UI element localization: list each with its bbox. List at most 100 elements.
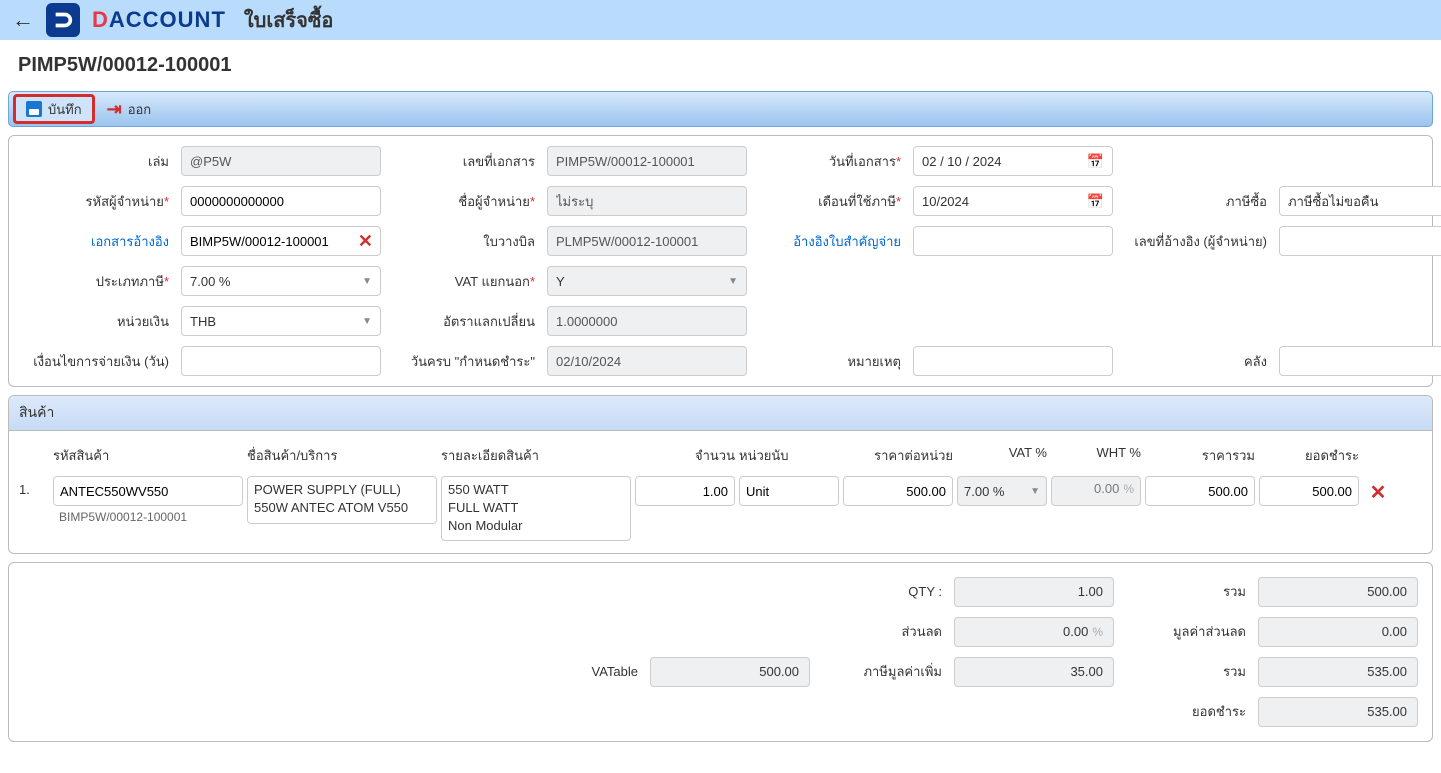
doc-date-label: วันที่เอกสาร* [755, 151, 905, 172]
vatable-value: 500.00 [650, 657, 810, 687]
net-value: 535.00 [1258, 697, 1418, 727]
items-section-title: สินค้า [9, 396, 1432, 431]
save-icon [26, 101, 42, 117]
grand-label: รวม [1126, 661, 1246, 682]
purchase-tax-label: ภาษีซื้อ [1121, 191, 1271, 212]
doc-title: PIMP5W/00012-100001 [0, 40, 1441, 91]
totals-card: QTY : 1.00 รวม 500.00 ส่วนลด 0.00% มูลค่… [8, 562, 1433, 742]
tax-month-label: เดือนที่ใช้ภาษี* [755, 191, 905, 212]
item-code-sub: BIMP5W/00012-100001 [53, 510, 243, 524]
chevron-down-icon: ▼ [1030, 486, 1040, 497]
ref-doc-label[interactable]: เอกสารอ้างอิง [23, 231, 173, 252]
grand-value: 535.00 [1258, 657, 1418, 687]
doc-no-input [547, 146, 747, 176]
tax-type-select[interactable]: 7.00 % ▼ [181, 266, 381, 296]
back-icon[interactable]: ← [12, 7, 34, 33]
doc-no-label: เลขที่เอกสาร [389, 151, 539, 172]
currency-select[interactable]: THB ▼ [181, 306, 381, 336]
discount-amt-label: มูลค่าส่วนลด [1126, 621, 1246, 642]
exrate-input [547, 306, 747, 336]
credit-label: เงื่อนไขการจ่ายเงิน (วัน) [23, 351, 173, 372]
remark-label: หมายเหตุ [755, 351, 905, 372]
qty-total-value: 1.00 [954, 577, 1114, 607]
col-wht: WHT % [1051, 445, 1141, 466]
item-code-input[interactable] [53, 476, 243, 506]
table-row: 1. BIMP5W/00012-100001 POWER SUPPLY (FUL… [19, 472, 1422, 545]
col-code: รหัสสินค้า [53, 445, 243, 466]
brand-text: DACCOUNT [92, 7, 226, 33]
exit-label: ออก [128, 99, 152, 120]
logo-icon [46, 3, 80, 37]
currency-label: หน่วยเงิน [23, 311, 173, 332]
sum-value: 500.00 [1258, 577, 1418, 607]
discount-amt-value: 0.00 [1258, 617, 1418, 647]
vendor-code-input[interactable] [181, 186, 381, 216]
ref-doc-input[interactable] [181, 226, 381, 256]
items-card: สินค้า รหัสสินค้า ชื่อสินค้า/บริการ รายล… [8, 395, 1433, 554]
col-unit-price: ราคาต่อหน่วย [843, 445, 953, 466]
item-vat-select[interactable]: 7.00 % ▼ [957, 476, 1047, 506]
exrate-label: อัตราแลกเปลี่ยน [389, 311, 539, 332]
item-unit-input[interactable] [739, 476, 839, 506]
item-name-input[interactable]: POWER SUPPLY (FULL) 550W ANTEC ATOM V550 [247, 476, 437, 524]
vendor-ref-label: เลขที่อ้างอิง (ผู้จำหน่าย) [1121, 231, 1271, 252]
remark-input[interactable] [913, 346, 1113, 376]
page-type: ใบเสร็จซื้อ [244, 4, 334, 36]
col-vat: VAT % [957, 445, 1047, 466]
due-input [547, 346, 747, 376]
payment-ref-input[interactable] [913, 226, 1113, 256]
row-no: 1. [19, 476, 49, 497]
tax-type-label: ประเภทภาษี* [23, 271, 173, 292]
item-detail-input[interactable]: 550 WATT FULL WATT Non Modular [441, 476, 631, 541]
net-label: ยอดชำระ [1126, 701, 1246, 722]
save-button[interactable]: บันทึก [13, 94, 95, 124]
delete-row-icon[interactable]: ✕ [1363, 476, 1393, 505]
calendar-icon[interactable]: 📅 [1087, 153, 1104, 170]
save-label: บันทึก [48, 99, 82, 120]
item-unit-price-input[interactable] [843, 476, 953, 506]
discount-label: ส่วนลด [822, 621, 942, 642]
col-unit: หน่วยนับ [739, 445, 839, 466]
col-name: ชื่อสินค้า/บริการ [247, 445, 437, 466]
exit-button[interactable]: ⇥ ออก [97, 94, 162, 124]
chevron-down-icon: ▼ [728, 276, 738, 287]
col-detail: รายละเอียดสินค้า [441, 445, 631, 466]
vendor-code-label: รหัสผู้จำหน่าย* [23, 191, 173, 212]
credit-input[interactable] [181, 346, 381, 376]
toolbar: บันทึก ⇥ ออก [8, 91, 1433, 127]
col-total: ราคารวม [1145, 445, 1255, 466]
purchase-tax-select[interactable]: ภาษีซื้อไม่ขอคืน ▼ [1279, 186, 1441, 216]
doc-date-input[interactable]: 02 / 10 / 2024 📅 [913, 146, 1113, 176]
col-qty: จำนวน [635, 445, 735, 466]
vendor-name-input [547, 186, 747, 216]
vendor-ref-input[interactable] [1279, 226, 1441, 256]
clear-icon[interactable]: ✕ [358, 231, 373, 252]
due-label: วันครบ "กำหนดชำระ" [389, 351, 539, 372]
app-header: ← DACCOUNT ใบเสร็จซื้อ [0, 0, 1441, 40]
item-wht-input: 0.00% [1051, 476, 1141, 506]
vatable-label: VATable [538, 664, 638, 679]
vat-label: ภาษีมูลค่าเพิ่ม [822, 661, 942, 682]
chevron-down-icon: ▼ [362, 276, 372, 287]
sum-label: รวม [1126, 581, 1246, 602]
item-total-input[interactable] [1145, 476, 1255, 506]
vat-sep-label: VAT แยกนอก* [389, 271, 539, 292]
payment-ref-label[interactable]: อ้างอิงใบสำคัญจ่าย [755, 231, 905, 252]
item-pay-input[interactable] [1259, 476, 1359, 506]
col-pay: ยอดชำระ [1259, 445, 1359, 466]
warehouse-label: คลัง [1121, 351, 1271, 372]
calendar-icon[interactable]: 📅 [1087, 193, 1104, 210]
vat-sep-select[interactable]: Y ▼ [547, 266, 747, 296]
exit-icon: ⇥ [107, 99, 122, 120]
book-input [181, 146, 381, 176]
book-label: เล่ม [23, 151, 173, 172]
vendor-name-label: ชื่อผู้จำหน่าย* [389, 191, 539, 212]
items-header-row: รหัสสินค้า ชื่อสินค้า/บริการ รายละเอียดส… [19, 439, 1422, 472]
bill-input [547, 226, 747, 256]
vat-value: 35.00 [954, 657, 1114, 687]
tax-month-input[interactable]: 10/2024 📅 [913, 186, 1113, 216]
discount-value: 0.00% [954, 617, 1114, 647]
item-qty-input[interactable] [635, 476, 735, 506]
chevron-down-icon: ▼ [362, 316, 372, 327]
warehouse-input[interactable] [1279, 346, 1441, 376]
